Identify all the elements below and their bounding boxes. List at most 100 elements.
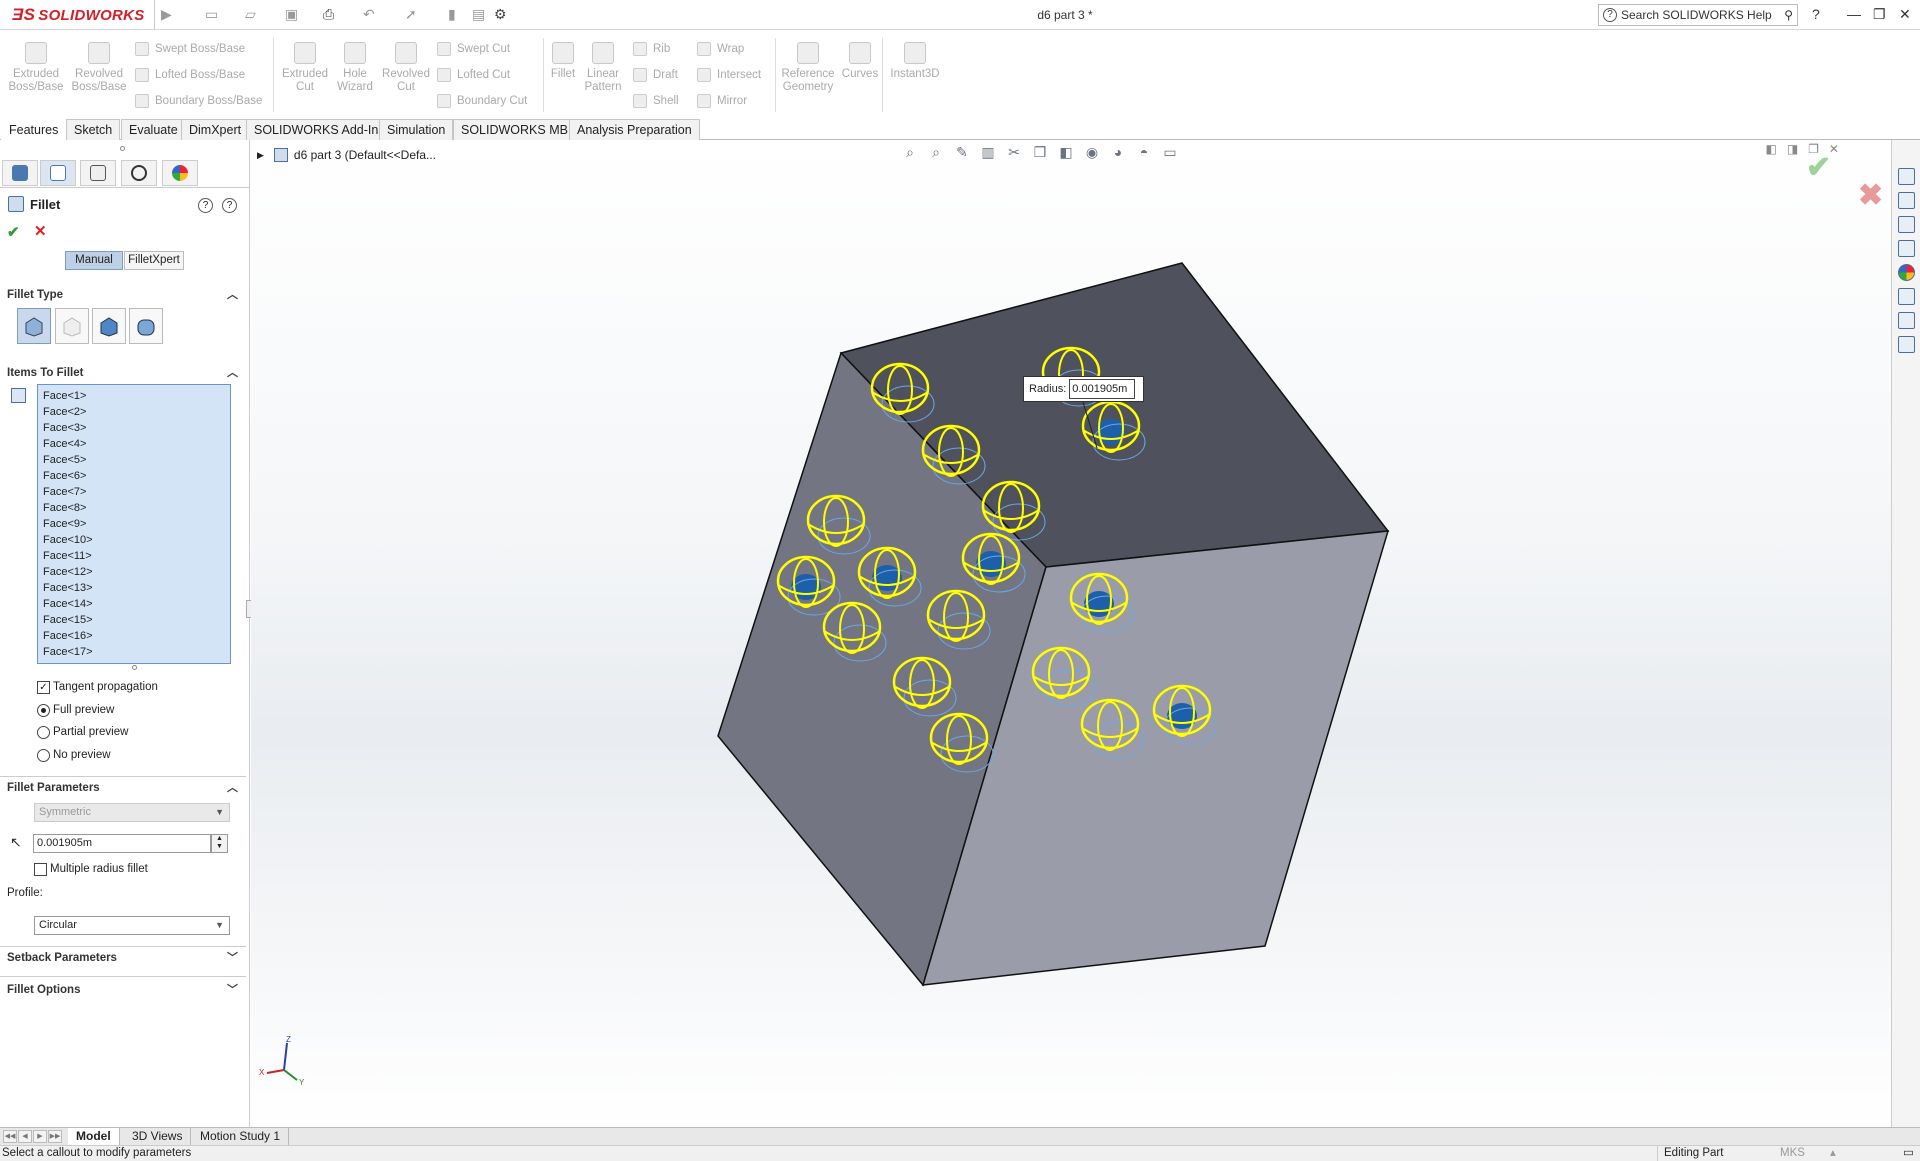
display-manager-tab[interactable] — [162, 160, 198, 186]
first-tab-arrow-icon[interactable]: ◀◀ — [3, 1130, 17, 1143]
curves-button[interactable]: Curves — [830, 42, 890, 81]
fillet-parameters-section-header[interactable]: Fillet Parameters ︿ — [0, 777, 246, 799]
rib-button[interactable]: Rib — [633, 42, 670, 56]
file-explorer-icon[interactable] — [1898, 216, 1915, 233]
comments-icon[interactable] — [1898, 336, 1915, 353]
list-item[interactable]: Face<6> — [41, 468, 230, 484]
property-manager-tab[interactable] — [40, 160, 76, 186]
list-item[interactable]: Face<5> — [41, 452, 230, 468]
solidworks-forum-icon[interactable] — [1898, 312, 1915, 329]
open-document-icon[interactable]: ▱ — [245, 6, 256, 24]
filletxpert-mode-button[interactable]: FilletXpert — [124, 251, 184, 270]
fillet-options-section-header[interactable]: Fillet Options ﹀ — [0, 979, 246, 1001]
manual-mode-button[interactable]: Manual — [65, 251, 123, 270]
help-menu-icon[interactable]: ? — [1812, 6, 1820, 22]
mirror-button[interactable]: Mirror — [697, 94, 747, 108]
list-item[interactable]: Face<3> — [41, 420, 230, 436]
list-item[interactable]: Face<14> — [41, 596, 230, 612]
radius-input[interactable]: 0.001905m — [33, 834, 211, 853]
unit-system-selector[interactable]: MKS — [1780, 1146, 1805, 1161]
draft-button[interactable]: Draft — [633, 68, 678, 82]
appearances-icon[interactable] — [1898, 264, 1915, 281]
tab-sketch[interactable]: Sketch — [66, 119, 121, 140]
tab-simulation[interactable]: Simulation — [379, 119, 454, 140]
menu-expand-icon[interactable]: ▶ — [161, 6, 172, 24]
callout-radius-value[interactable]: 0.001905m — [1069, 379, 1136, 399]
boundary-cut-button[interactable]: Boundary Cut — [437, 94, 527, 108]
partial-preview-radio[interactable] — [37, 726, 50, 739]
print-icon[interactable]: ⎙ — [323, 6, 334, 24]
no-preview-radio[interactable] — [37, 749, 50, 762]
full-preview-radio[interactable] — [37, 704, 50, 717]
list-item[interactable]: Face<2> — [41, 404, 230, 420]
radius-spinner[interactable]: ▲ ▼ — [211, 834, 228, 853]
revolved-boss-button[interactable]: Revolved Boss/Base — [68, 42, 130, 94]
multiple-radius-checkbox[interactable] — [34, 863, 47, 876]
cancel-button[interactable]: ✕ — [34, 222, 47, 240]
previous-tab-arrow-icon[interactable]: ◀ — [18, 1130, 32, 1143]
constant-size-fillet-button[interactable] — [17, 308, 51, 344]
minimize-icon[interactable]: — — [1847, 6, 1861, 22]
undo-icon[interactable]: ↶ — [363, 6, 375, 24]
list-item[interactable]: Face<16> — [41, 628, 230, 644]
help-icon[interactable]: ? — [222, 198, 237, 213]
model-view[interactable] — [251, 140, 1891, 1127]
list-item[interactable]: Face<15> — [41, 612, 230, 628]
setback-parameters-section-header[interactable]: Setback Parameters ﹀ — [0, 947, 246, 969]
tab-evaluate[interactable]: Evaluate — [121, 119, 186, 140]
list-item[interactable]: Face<9> — [41, 516, 230, 532]
list-item[interactable]: Face<12> — [41, 564, 230, 580]
search-icon[interactable]: ⚲ — [1784, 8, 1793, 22]
dimxpert-manager-tab[interactable] — [121, 160, 157, 186]
list-item[interactable]: Face<1> — [41, 388, 230, 404]
radius-callout[interactable]: Radius: 0.001905m — [1023, 376, 1144, 402]
tab-dimxpert[interactable]: DimXpert — [181, 119, 250, 140]
tab-addins[interactable]: SOLIDWORKS Add-Ins — [246, 119, 393, 140]
wrap-button[interactable]: Wrap — [697, 42, 744, 56]
tab-analysis-preparation[interactable]: Analysis Preparation — [569, 119, 700, 140]
chat-icon[interactable]: ▭ — [1903, 1146, 1914, 1161]
whats-new-help-icon[interactable]: ? — [198, 198, 213, 213]
list-item[interactable]: Face<11> — [41, 548, 230, 564]
graphics-area[interactable]: ▶ d6 part 3 (Default<<Defa... ⌕ ⌕ ✎ ▥ ✂ … — [251, 140, 1891, 1127]
view-palette-icon[interactable] — [1898, 240, 1915, 257]
solidworks-logo[interactable]: ƎS SOLIDWORKS — [0, 0, 155, 30]
swept-cut-button[interactable]: Swept Cut — [437, 42, 510, 56]
custom-properties-icon[interactable] — [1898, 288, 1915, 305]
list-resize-handle[interactable] — [132, 665, 137, 670]
options-gear-icon[interactable]: ⚙ — [494, 6, 507, 24]
tab-mbd[interactable]: SOLIDWORKS MBD — [453, 119, 585, 140]
fillet-type-section-header[interactable]: Fillet Type ︿ — [0, 284, 246, 306]
profile-select[interactable]: Circular ▼ — [34, 916, 230, 935]
list-item[interactable]: Face<10> — [41, 532, 230, 548]
linear-pattern-button[interactable]: Linear Pattern — [573, 42, 633, 94]
close-icon[interactable]: ✕ — [1899, 6, 1911, 23]
swept-boss-button[interactable]: Swept Boss/Base — [135, 42, 245, 56]
tab-features[interactable]: Features — [1, 119, 67, 140]
instant3d-button[interactable]: Instant3D — [884, 42, 946, 81]
shell-button[interactable]: Shell — [633, 94, 679, 108]
last-tab-arrow-icon[interactable]: ▶▶ — [48, 1130, 62, 1143]
splitter-handle[interactable] — [120, 146, 125, 151]
face-fillet-button[interactable] — [92, 308, 126, 344]
list-item[interactable]: Face<8> — [41, 500, 230, 516]
variable-size-fillet-button[interactable] — [55, 308, 89, 344]
rebuild-icon[interactable]: ▮ — [448, 6, 456, 24]
file-properties-icon[interactable]: ▤ — [472, 6, 485, 24]
intersect-button[interactable]: Intersect — [697, 68, 761, 82]
tab-model[interactable]: Model — [68, 1128, 120, 1145]
full-round-fillet-button[interactable] — [129, 308, 163, 344]
lofted-boss-button[interactable]: Lofted Boss/Base — [135, 68, 245, 82]
solidworks-resources-icon[interactable] — [1898, 168, 1915, 185]
design-library-icon[interactable] — [1898, 192, 1915, 209]
next-tab-arrow-icon[interactable]: ▶ — [33, 1130, 47, 1143]
feature-manager-tab[interactable] — [2, 160, 38, 186]
extruded-boss-button[interactable]: Extruded Boss/Base — [5, 42, 67, 94]
configuration-manager-tab[interactable] — [80, 160, 116, 186]
tab-motion-study[interactable]: Motion Study 1 — [192, 1128, 290, 1145]
ok-button[interactable]: ✔ — [7, 223, 20, 241]
lofted-cut-button[interactable]: Lofted Cut — [437, 68, 510, 82]
list-item[interactable]: Face<13> — [41, 580, 230, 596]
search-help-input[interactable]: ? Search SOLIDWORKS Help ⚲ — [1598, 4, 1798, 26]
save-icon[interactable]: ▣ — [285, 6, 298, 24]
